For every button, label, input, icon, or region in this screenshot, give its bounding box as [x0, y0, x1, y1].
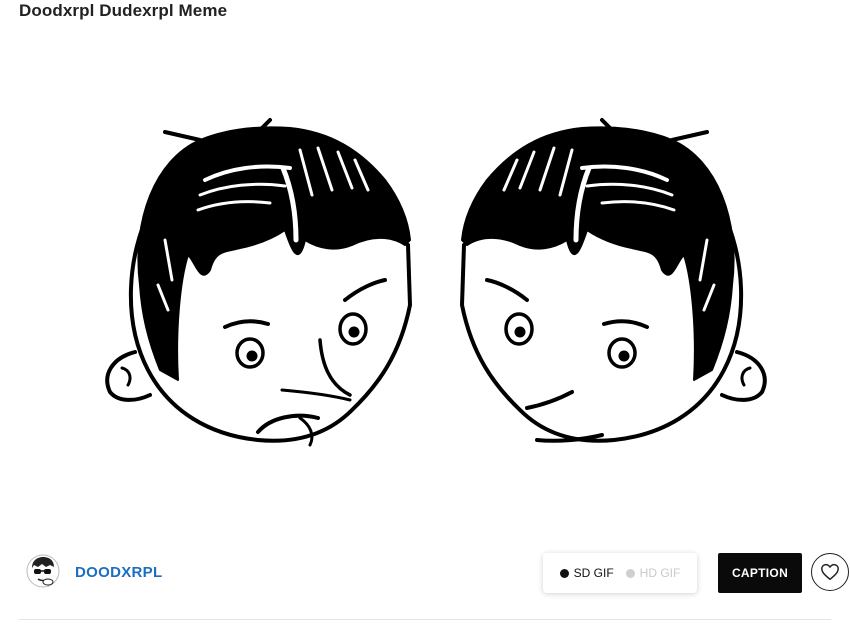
unselected-dot-icon — [625, 568, 635, 578]
gif-quality-toggle: SD GIF HD GIF — [543, 553, 697, 593]
selected-dot-icon — [559, 568, 569, 578]
page-title: Doodxrpl Dudexrpl Meme — [19, 1, 228, 20]
heart-icon — [821, 563, 839, 581]
like-button[interactable] — [811, 553, 849, 591]
hd-gif-label: HD GIF — [639, 566, 681, 580]
sd-gif-label: SD GIF — [573, 566, 614, 580]
user-avatar[interactable] — [26, 554, 60, 588]
cartoon-avatar-icon — [26, 554, 60, 588]
hd-gif-option[interactable]: HD GIF — [625, 566, 681, 580]
username-link[interactable]: DOODXRPL — [75, 564, 162, 581]
user-action-bar: DOODXRPL SD GIF HD GIF CAPTION — [0, 548, 850, 600]
meme-image[interactable] — [0, 40, 850, 530]
sd-gif-option[interactable]: SD GIF — [559, 566, 614, 580]
left-cartoon-head — [105, 118, 412, 447]
caption-button[interactable]: CAPTION — [718, 553, 802, 593]
section-divider — [19, 619, 831, 620]
cartoon-heads-illustration — [105, 118, 767, 447]
right-cartoon-head — [460, 118, 767, 443]
